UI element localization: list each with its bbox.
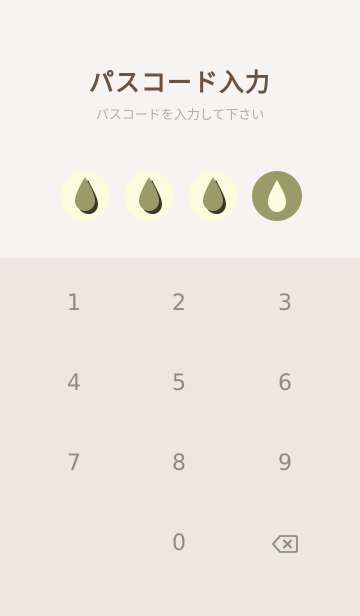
key-4[interactable]: 4 <box>24 354 124 414</box>
key-label: 2 <box>172 291 186 316</box>
key-label: 3 <box>278 291 292 316</box>
key-label: 9 <box>278 451 292 476</box>
key-label: 6 <box>278 371 292 396</box>
water-drop-filled-icon <box>75 177 98 214</box>
passcode-dot-2 <box>124 171 174 221</box>
key-3[interactable]: 3 <box>235 274 335 334</box>
key-8[interactable]: 8 <box>129 434 229 494</box>
water-drop-outline-icon <box>268 180 286 212</box>
key-label: 8 <box>172 451 186 476</box>
header-area: パスコード入力 パスコードを入力して下さい <box>0 0 360 258</box>
water-drop-filled-icon <box>203 177 226 214</box>
key-7[interactable]: 7 <box>24 434 124 494</box>
key-label: 5 <box>172 371 186 396</box>
key-0[interactable]: 0 <box>129 514 229 574</box>
passcode-dot-1 <box>60 171 110 221</box>
key-label: 1 <box>67 291 81 316</box>
backspace-icon <box>272 535 298 553</box>
key-6[interactable]: 6 <box>235 354 335 414</box>
page-subtitle: パスコードを入力して下さい <box>95 108 265 123</box>
water-drop-filled-icon <box>139 177 162 214</box>
delete-button[interactable] <box>235 514 335 574</box>
key-label: 0 <box>172 531 186 556</box>
passcode-indicator <box>0 171 360 221</box>
key-1[interactable]: 1 <box>24 274 124 334</box>
key-label: 7 <box>67 451 81 476</box>
passcode-dot-3 <box>188 171 238 221</box>
key-5[interactable]: 5 <box>129 354 229 414</box>
page-title: パスコード入力 <box>88 68 271 97</box>
number-keypad: 1 2 3 4 5 6 7 8 9 0 <box>0 258 360 616</box>
key-2[interactable]: 2 <box>129 274 229 334</box>
key-9[interactable]: 9 <box>235 434 335 494</box>
key-label: 4 <box>67 371 81 396</box>
passcode-dot-4 <box>252 171 302 221</box>
